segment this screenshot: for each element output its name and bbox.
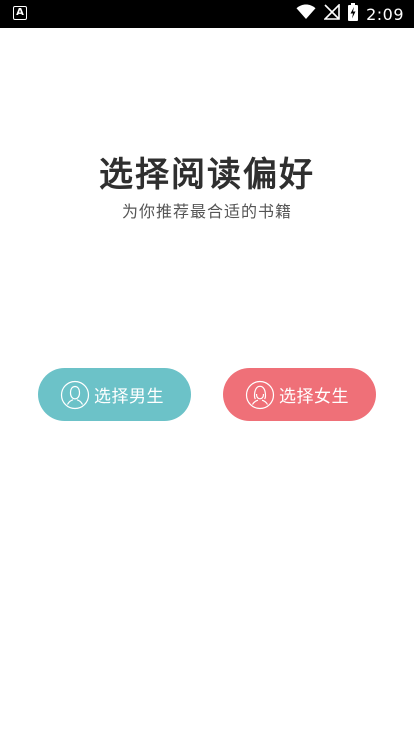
choose-male-label: 选择男生 — [94, 387, 164, 407]
male-avatar-icon — [60, 380, 90, 410]
choose-female-label: 选择女生 — [279, 387, 349, 407]
page-subtitle: 为你推荐最合适的书籍 — [121, 202, 292, 221]
female-avatar-icon — [245, 380, 275, 410]
status-icons: 2:09 — [296, 0, 404, 28]
choose-female-button[interactable]: 选择女生 — [223, 368, 376, 421]
choose-male-button[interactable]: 选择男生 — [38, 368, 191, 421]
app-notification-icon: A — [13, 6, 27, 20]
clock: 2:09 — [366, 4, 404, 24]
wifi-icon — [296, 4, 316, 24]
app-notification-letter: A — [16, 7, 24, 18]
no-signal-icon — [323, 3, 340, 24]
battery-charging-icon — [348, 3, 359, 25]
page-title: 选择阅读偏好 — [99, 155, 315, 195]
status-bar: A 2:09 — [0, 0, 414, 28]
